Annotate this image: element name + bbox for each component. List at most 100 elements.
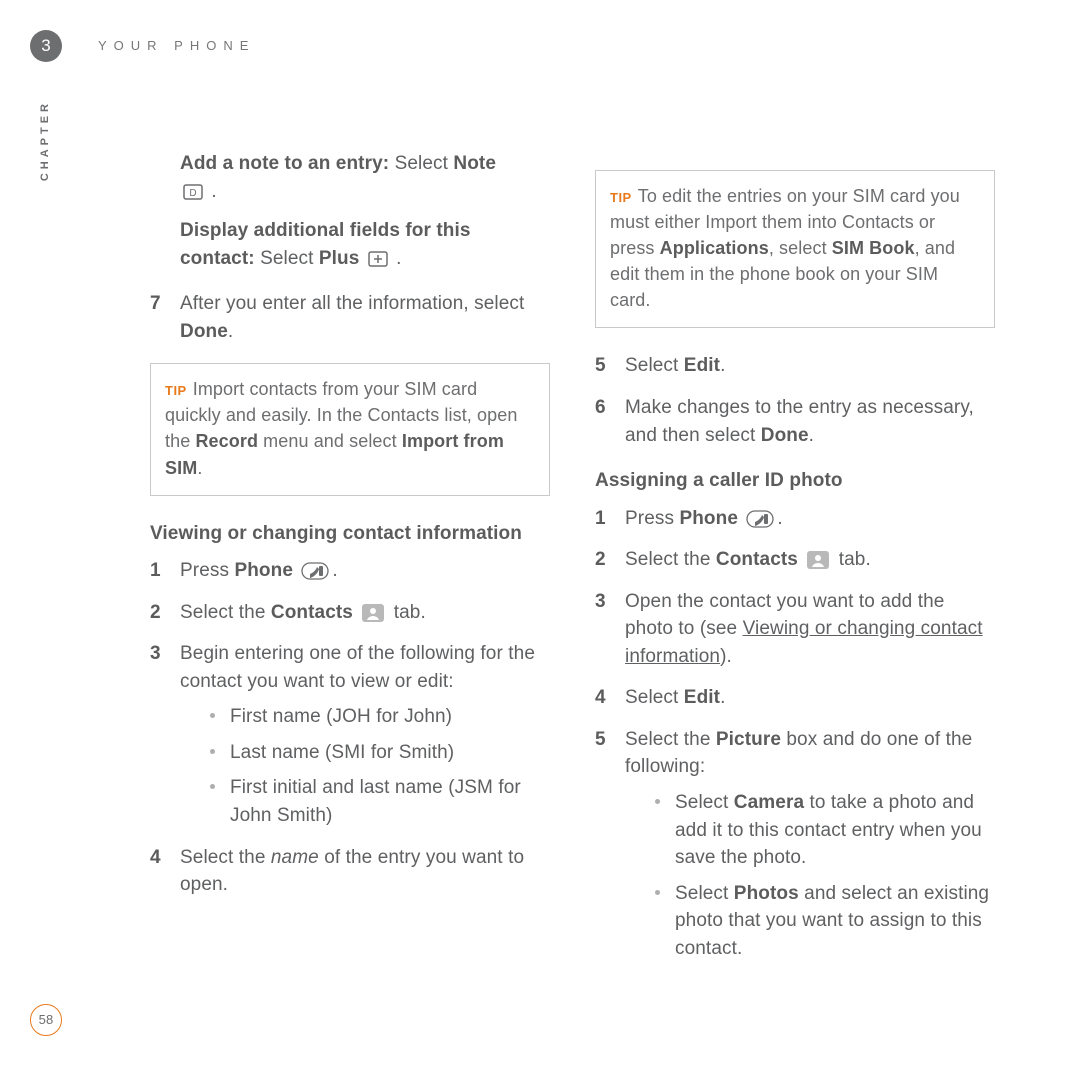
a5-bullets: Select Camera to take a photo and add it… bbox=[625, 789, 995, 962]
page-number-text: 58 bbox=[39, 1011, 54, 1030]
viewing-step-2: 2 Select the Contacts tab. bbox=[150, 599, 550, 627]
add-note-bold: Note bbox=[453, 153, 496, 174]
plus-icon bbox=[368, 251, 388, 267]
tip-label-right: TIP bbox=[610, 190, 632, 205]
a5-num: 5 bbox=[595, 726, 606, 754]
tip-edit-sim: TIPTo edit the entries on your SIM card … bbox=[595, 170, 995, 328]
chapter-header: YOUR PHONE bbox=[98, 37, 255, 56]
callerid-step-4: 4 Select Edit. bbox=[595, 684, 995, 712]
add-note-period: . bbox=[206, 181, 217, 202]
viewing-steps: 1 Press Phone . 2 Select the Contacts ta… bbox=[150, 557, 550, 898]
v3-bullet-3: First initial and last name (JSM for Joh… bbox=[210, 774, 550, 829]
step-7-t2: . bbox=[228, 321, 233, 342]
v2-b1: Contacts bbox=[271, 602, 358, 623]
svg-text:D: D bbox=[189, 188, 196, 199]
v1-b1: Phone bbox=[234, 560, 298, 581]
v1-num: 1 bbox=[150, 557, 161, 585]
e5-t2: . bbox=[720, 355, 725, 376]
a5b2-b: Photos bbox=[734, 883, 799, 904]
display-fields-rest: Select bbox=[255, 248, 319, 269]
a5-bullet-1: Select Camera to take a photo and add it… bbox=[655, 789, 995, 872]
tip-r-b1: Applications bbox=[660, 238, 769, 258]
tip-label: TIP bbox=[165, 383, 187, 398]
v2-t2: tab. bbox=[388, 602, 425, 623]
display-fields-tail: . bbox=[391, 248, 402, 269]
callerid-step-3: 3 Open the contact you want to add the p… bbox=[595, 588, 995, 671]
section-viewing-title: Viewing or changing contact information bbox=[150, 520, 550, 548]
v3-bullet-2: Last name (SMI for Smith) bbox=[210, 739, 550, 767]
chapter-side-label: CHAPTER bbox=[38, 100, 54, 181]
viewing-step-4: 4 Select the name of the entry you want … bbox=[150, 844, 550, 899]
contacts-icon bbox=[361, 603, 385, 623]
a1-num: 1 bbox=[595, 505, 606, 533]
a2-t1: Select the bbox=[625, 549, 716, 570]
a5b2-a: Select bbox=[675, 883, 734, 904]
a5b1-b: Camera bbox=[734, 792, 804, 813]
step-7-list: 7 After you enter all the information, s… bbox=[150, 290, 550, 345]
a5-t1: Select the bbox=[625, 729, 716, 750]
a5b1-a: Select bbox=[675, 792, 734, 813]
page: 3 YOUR PHONE CHAPTER Add a note to an en… bbox=[0, 0, 1080, 1080]
a2-t2: tab. bbox=[833, 549, 870, 570]
step-7-b1: Done bbox=[180, 321, 228, 342]
phone-icon bbox=[301, 562, 329, 580]
v4-t1: Select the bbox=[180, 847, 271, 868]
viewing-step-3: 3 Begin entering one of the following fo… bbox=[150, 640, 550, 829]
step-7-t1: After you enter all the information, sel… bbox=[180, 293, 524, 314]
a4-b1: Edit bbox=[684, 687, 720, 708]
tip-left-t2: menu and select bbox=[258, 431, 402, 451]
tip-left-t3: . bbox=[197, 458, 202, 478]
e5-num: 5 bbox=[595, 352, 606, 380]
chapter-number: 3 bbox=[41, 34, 51, 59]
add-note-rest: Select bbox=[389, 153, 453, 174]
a1-t1: Press bbox=[625, 508, 679, 529]
tip-r-b2: SIM Book bbox=[832, 238, 915, 258]
tip-r-t2: , select bbox=[769, 238, 832, 258]
e6-b1: Done bbox=[761, 425, 809, 446]
e6-t2: . bbox=[809, 425, 814, 446]
a1-b1: Phone bbox=[679, 508, 743, 529]
step-7-num: 7 bbox=[150, 290, 161, 318]
callerid-steps: 1 Press Phone . 2 Select the Contacts ta… bbox=[595, 505, 995, 963]
page-number: 58 bbox=[30, 1004, 62, 1036]
a5-bullet-2: Select Photos and select an existing pho… bbox=[655, 880, 995, 963]
callerid-step-5: 5 Select the Picture box and do one of t… bbox=[595, 726, 995, 962]
v3-bullets: First name (JOH for John) Last name (SMI… bbox=[180, 703, 550, 829]
add-note-lead: Add a note to an entry: bbox=[180, 153, 389, 174]
a3-num: 3 bbox=[595, 588, 606, 616]
v4-i1: name bbox=[271, 847, 319, 868]
a4-t1: Select bbox=[625, 687, 684, 708]
v3-t1: Begin entering one of the following for … bbox=[180, 643, 535, 692]
v1-t1: Press bbox=[180, 560, 234, 581]
viewing-step-1: 1 Press Phone . bbox=[150, 557, 550, 585]
section-callerid-title: Assigning a caller ID photo bbox=[595, 467, 995, 495]
tip-import-sim: TIPImport contacts from your SIM card qu… bbox=[150, 363, 550, 495]
add-note-block: Add a note to an entry: Select Note D . bbox=[150, 150, 550, 205]
a2-num: 2 bbox=[595, 546, 606, 574]
edit-step-5: 5 Select Edit. bbox=[595, 352, 995, 380]
v1-t2: . bbox=[332, 560, 337, 581]
left-column: Add a note to an entry: Select Note D . … bbox=[150, 150, 550, 913]
v4-num: 4 bbox=[150, 844, 161, 872]
note-icon: D bbox=[183, 184, 203, 200]
right-column: TIPTo edit the entries on your SIM card … bbox=[595, 170, 995, 976]
v3-num: 3 bbox=[150, 640, 161, 668]
contacts-icon bbox=[806, 550, 830, 570]
a1-t2: . bbox=[777, 508, 782, 529]
edit-steps: 5 Select Edit. 6 Make changes to the ent… bbox=[595, 352, 995, 449]
a4-t2: . bbox=[720, 687, 725, 708]
a4-num: 4 bbox=[595, 684, 606, 712]
e5-b1: Edit bbox=[684, 355, 720, 376]
e6-num: 6 bbox=[595, 394, 606, 422]
a3-t2: ). bbox=[720, 646, 732, 667]
tip-left-b1: Record bbox=[195, 431, 258, 451]
callerid-step-2: 2 Select the Contacts tab. bbox=[595, 546, 995, 574]
v3-bullet-1: First name (JOH for John) bbox=[210, 703, 550, 731]
callerid-step-1: 1 Press Phone . bbox=[595, 505, 995, 533]
display-fields-bold: Plus bbox=[319, 248, 360, 269]
edit-step-6: 6 Make changes to the entry as necessary… bbox=[595, 394, 995, 449]
phone-icon bbox=[746, 510, 774, 528]
display-fields-block: Display additional fields for this conta… bbox=[150, 217, 550, 272]
a5-b1: Picture bbox=[716, 729, 781, 750]
step-7: 7 After you enter all the information, s… bbox=[150, 290, 550, 345]
